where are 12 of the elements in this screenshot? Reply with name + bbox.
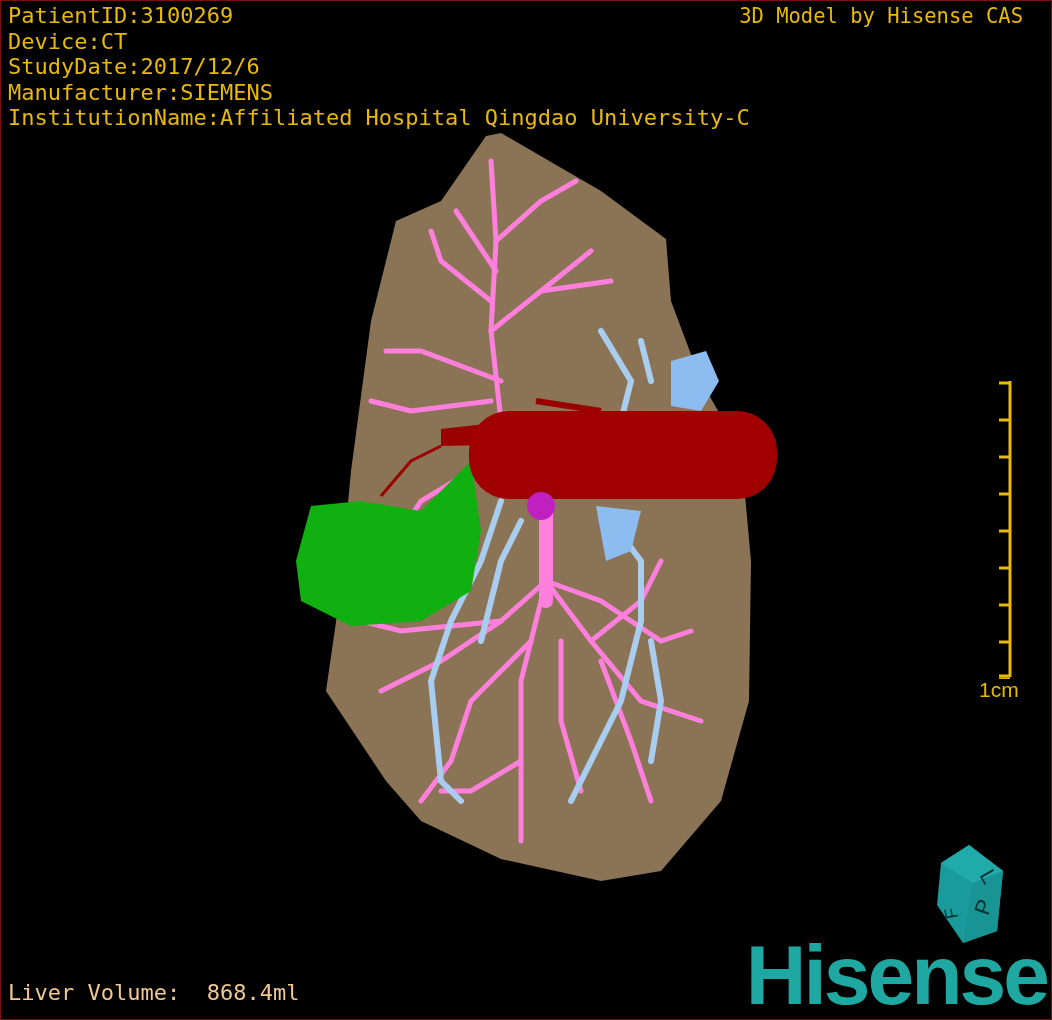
liver-volume: Liver Volume: 868.4ml xyxy=(8,980,300,1005)
cube-label: F xyxy=(940,906,963,921)
study-info-text: Manufacturer:SIEMENS xyxy=(8,79,274,105)
logo: Hisense xyxy=(745,933,1047,1017)
orientation-cube[interactable] xyxy=(937,845,1003,943)
cube-label: P xyxy=(969,895,998,919)
study-info-text: Device:CT xyxy=(8,28,129,54)
study-info-text: StudyDate:2017/12/6 xyxy=(8,54,261,80)
viewer-title: 3D Model by Hisense CAS xyxy=(739,4,1023,29)
cube-label: L xyxy=(974,865,1003,889)
study-info-text: InstitutionName:Affiliated Hospital Qingdao University-C xyxy=(8,105,750,131)
scale-label: 1cm xyxy=(979,679,1019,701)
